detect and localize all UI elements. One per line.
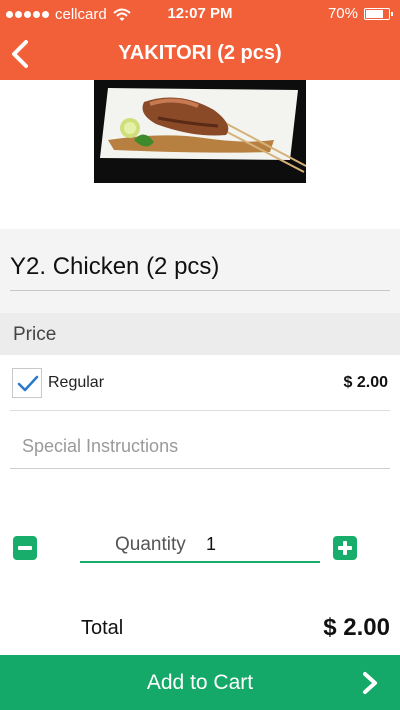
quantity-label: Quantity xyxy=(115,534,186,555)
special-instructions-input[interactable] xyxy=(10,424,390,469)
price-section-label: Price xyxy=(13,324,57,345)
item-header: Y2. Chicken (2 pcs) xyxy=(0,229,400,313)
add-to-cart-label: Add to Cart xyxy=(146,671,254,694)
option-name: Regular xyxy=(48,374,105,391)
battery-percent: 70% xyxy=(327,5,358,22)
quantity-value[interactable]: 1 xyxy=(206,534,216,555)
checkmark-icon xyxy=(17,375,39,392)
divider xyxy=(10,410,390,411)
item-name: Y2. Chicken (2 pcs) xyxy=(10,253,220,280)
option-checkbox[interactable] xyxy=(12,368,42,398)
page-title: YAKITORI (2 pcs) xyxy=(118,42,282,64)
total-value: $ 2.00 xyxy=(323,614,390,641)
price-section-header: Price xyxy=(0,313,400,355)
price-option-regular[interactable]: Regular $ 2.00 xyxy=(0,355,400,411)
battery-icon xyxy=(364,7,393,20)
battery-status: 70% xyxy=(327,5,393,22)
nav-bar: YAKITORI (2 pcs) xyxy=(0,28,400,80)
decrease-quantity-button[interactable] xyxy=(13,536,37,560)
minus-icon xyxy=(18,546,32,550)
food-image xyxy=(94,80,306,183)
option-price: $ 2.00 xyxy=(343,374,388,391)
total-label: Total xyxy=(81,617,124,639)
quantity-field[interactable]: Quantity 1 xyxy=(80,527,320,563)
add-to-cart-button[interactable]: Add to Cart xyxy=(0,655,400,710)
divider xyxy=(10,290,390,291)
status-bar: cellcard 12:07 PM 70% xyxy=(0,0,400,28)
increase-quantity-button[interactable] xyxy=(333,536,357,560)
chevron-right-icon xyxy=(363,672,377,694)
